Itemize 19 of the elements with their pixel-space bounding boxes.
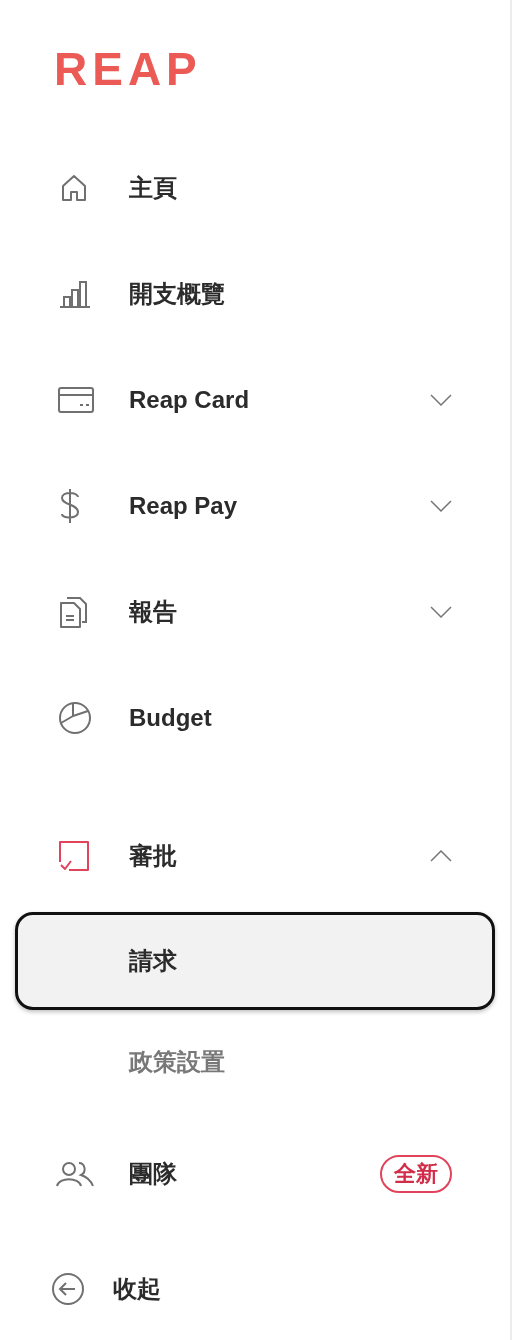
nav-item[interactable]: 審批 bbox=[0, 803, 510, 909]
bar-chart-icon bbox=[58, 279, 92, 309]
nav-item[interactable]: Reap Pay bbox=[0, 453, 510, 559]
nav-item[interactable]: Budget bbox=[0, 665, 510, 771]
credit-card-icon bbox=[58, 387, 94, 413]
people-icon bbox=[56, 1161, 94, 1187]
pie-chart-icon bbox=[58, 701, 92, 735]
dollar-icon bbox=[58, 488, 82, 524]
nav-item[interactable]: 報告 bbox=[0, 559, 510, 665]
logo: REAP bbox=[53, 42, 203, 97]
subnav-item[interactable]: 政策設置 bbox=[0, 1013, 510, 1111]
new-badge: 全新 bbox=[380, 1155, 452, 1193]
nav-item[interactable]: 開支概覽 bbox=[0, 241, 510, 347]
nav-item[interactable]: 主頁 bbox=[0, 135, 510, 241]
subnav-item[interactable]: 請求 bbox=[15, 912, 495, 1010]
nav-item[interactable]: 團隊 全新 bbox=[0, 1121, 510, 1227]
collapse-button[interactable]: 收起 bbox=[0, 1227, 510, 1340]
documents-icon bbox=[58, 595, 88, 629]
nav-item[interactable]: Reap Card bbox=[0, 347, 510, 453]
